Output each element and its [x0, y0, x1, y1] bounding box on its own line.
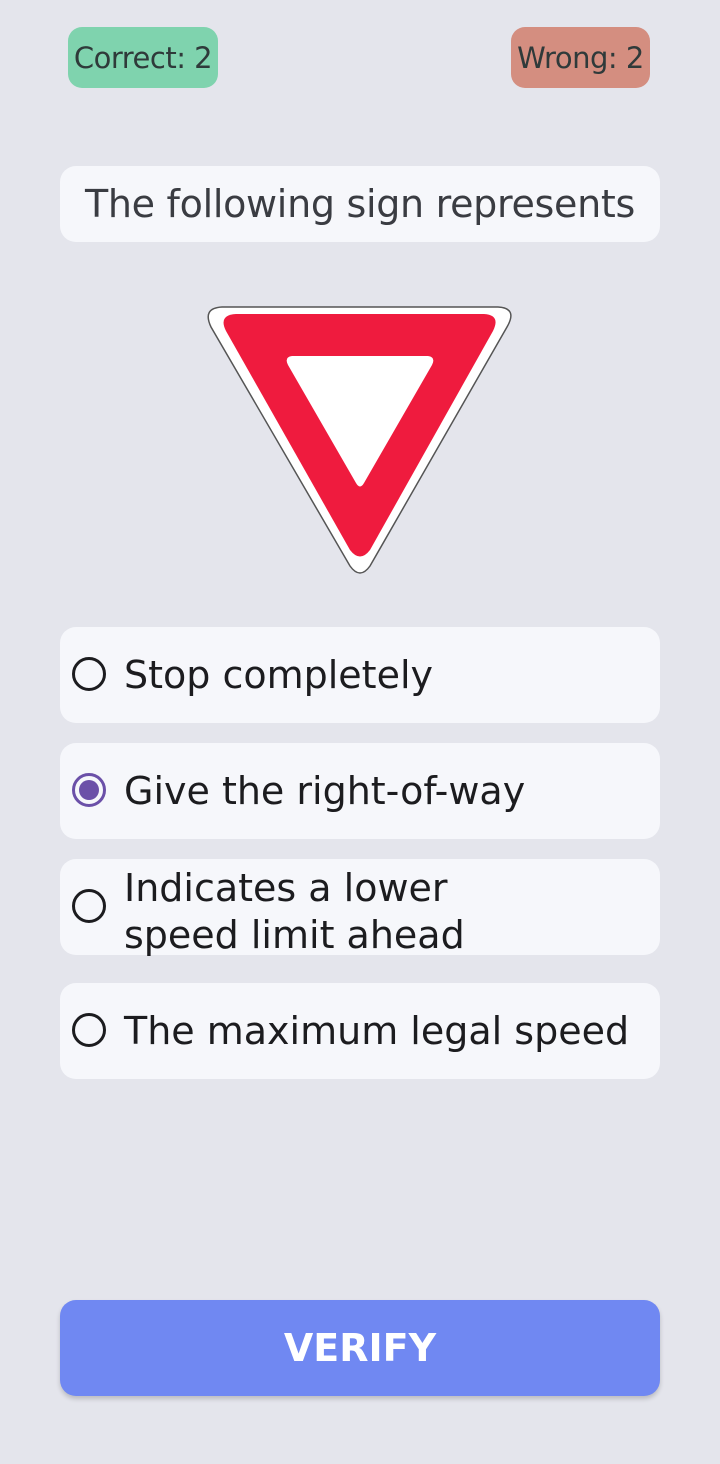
option-give-right-of-way[interactable]: Give the right-of-way [60, 743, 660, 839]
wrong-count-badge: Wrong: 2 [511, 27, 650, 88]
option-label: The maximum legal speed [124, 1009, 630, 1053]
option-maximum-legal-speed[interactable]: The maximum legal speed [60, 983, 660, 1079]
radio-button[interactable] [72, 889, 106, 923]
radio-selected-dot [79, 780, 99, 800]
correct-count-badge: Correct: 2 [68, 27, 218, 88]
option-label: Give the right-of-way [124, 769, 526, 813]
option-lower-speed-limit[interactable]: Indicates a lower speed limit ahead [60, 859, 660, 957]
question-text: The following sign represents [60, 166, 660, 242]
yield-sign-icon [207, 306, 512, 574]
radio-button-selected[interactable] [72, 773, 106, 807]
radio-button[interactable] [72, 1013, 106, 1047]
option-label: Stop completely [124, 653, 434, 697]
option-label: Indicates a lower speed limit ahead [124, 866, 465, 957]
verify-button[interactable]: VERIFY [60, 1300, 660, 1396]
radio-button[interactable] [72, 657, 106, 691]
yield-sign-image [200, 300, 520, 580]
option-stop-completely[interactable]: Stop completely [60, 627, 660, 723]
